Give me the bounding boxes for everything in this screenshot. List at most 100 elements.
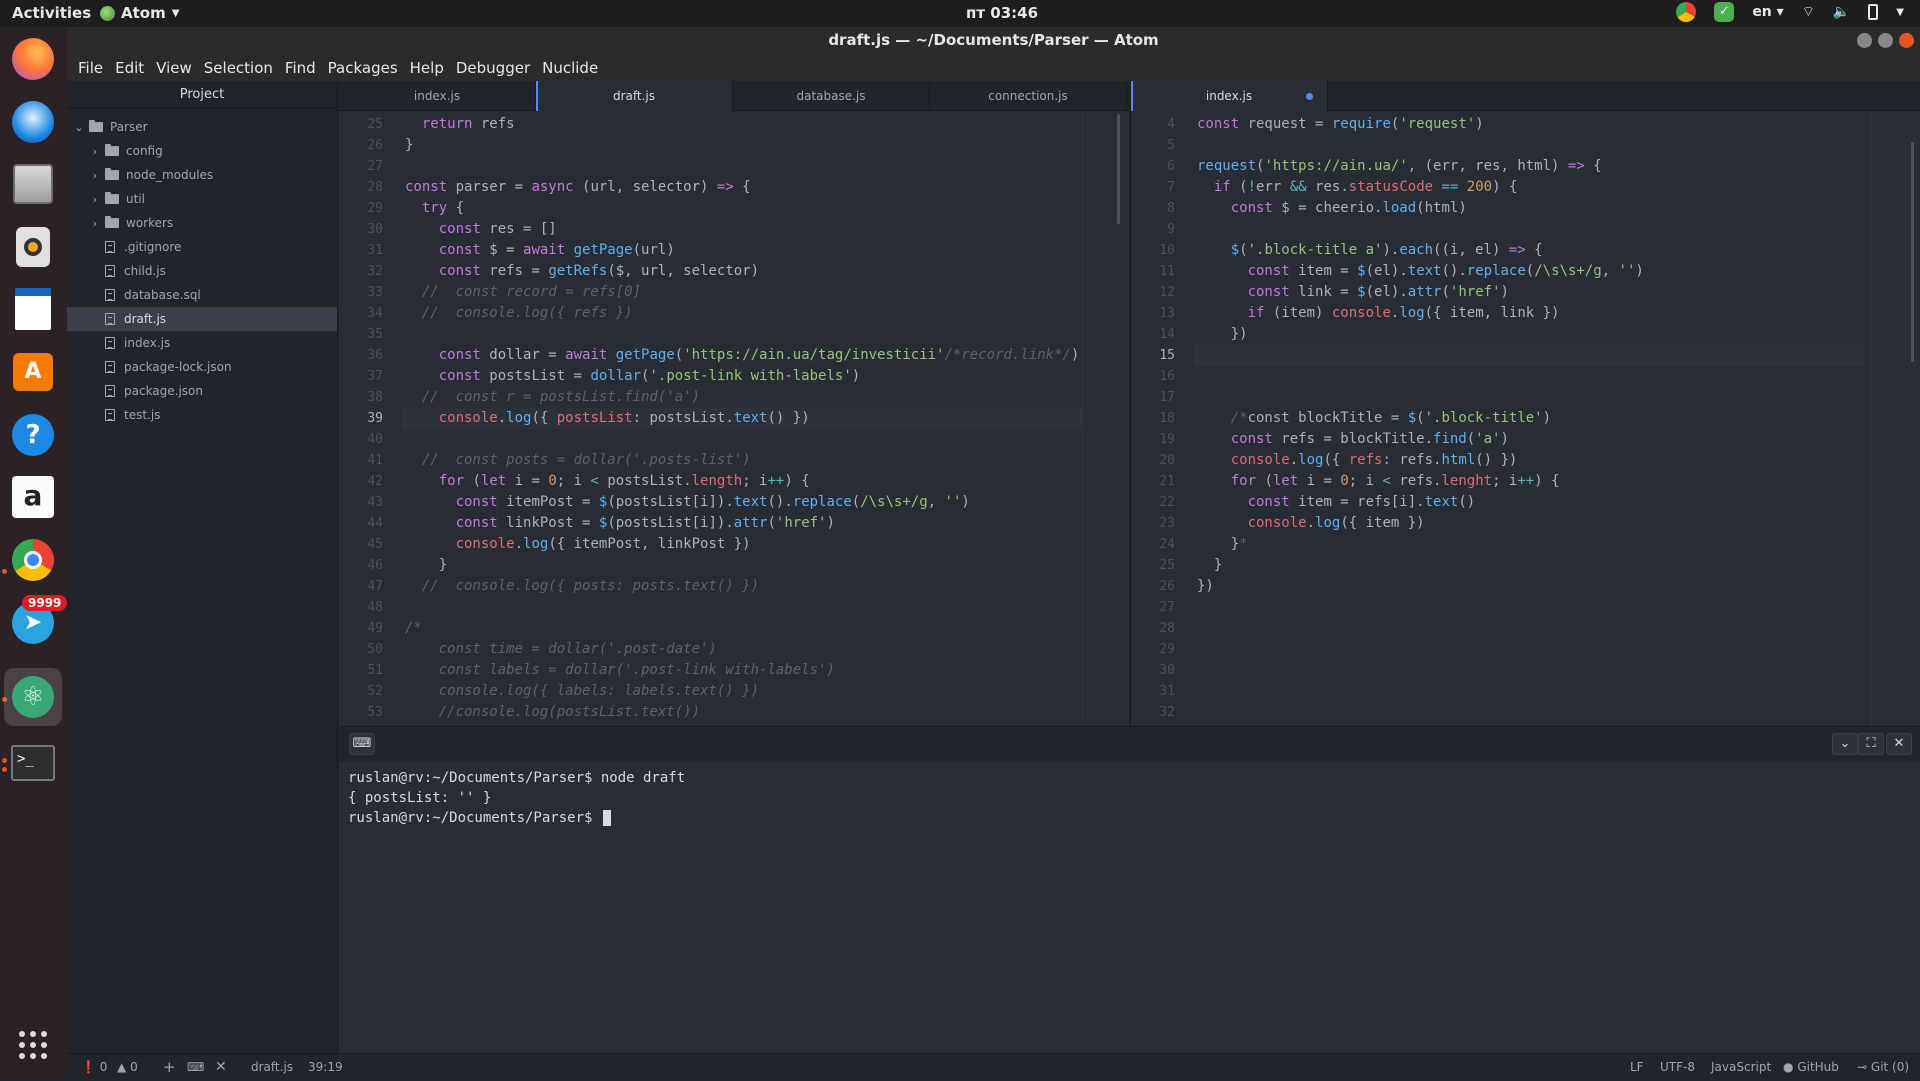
terminal-tab-icon[interactable]: ⌨ <box>349 733 375 755</box>
line-number[interactable]: 10 <box>1135 240 1175 261</box>
status-file-path[interactable]: draft.js <box>251 1054 293 1081</box>
software-center-icon[interactable]: A <box>9 348 57 396</box>
tree-file-database-sql[interactable]: database.sql <box>67 283 337 307</box>
line-number[interactable]: 23 <box>1135 513 1175 534</box>
editor-scrollbar[interactable] <box>1117 114 1120 224</box>
help-icon[interactable]: ? <box>9 411 57 459</box>
line-number[interactable]: 42 <box>343 471 383 492</box>
cursor-position[interactable]: 39:19 <box>308 1054 343 1081</box>
line-number[interactable]: 16 <box>1135 366 1175 387</box>
line-number[interactable]: 7 <box>1135 177 1175 198</box>
line-number[interactable]: 28 <box>1135 618 1175 639</box>
grammar-selector[interactable]: JavaScript <box>1711 1054 1771 1081</box>
add-terminal-icon[interactable]: + <box>163 1054 176 1081</box>
line-number[interactable]: 29 <box>343 198 383 219</box>
line-number[interactable]: 20 <box>1135 450 1175 471</box>
activities-button[interactable]: Activities <box>12 4 91 22</box>
check-status-icon[interactable]: ✓ <box>1714 2 1735 22</box>
wifi-icon[interactable]: ⌔ <box>1802 3 1815 21</box>
line-number[interactable]: 31 <box>343 240 383 261</box>
line-number[interactable]: 9 <box>1135 219 1175 240</box>
tab-index-js[interactable]: index.js <box>339 81 536 111</box>
maximize-icon[interactable]: ⛶ <box>1858 733 1884 755</box>
close-terminal-icon[interactable]: ✕ <box>215 1054 227 1081</box>
line-number[interactable]: 47 <box>343 576 383 597</box>
tab-database-js[interactable]: database.js <box>733 81 930 111</box>
line-number[interactable]: 32 <box>343 261 383 282</box>
chrome-remote-icon[interactable] <box>1676 2 1697 22</box>
close-icon[interactable]: ✕ <box>1886 733 1912 755</box>
tab-connection-js[interactable]: connection.js <box>930 81 1127 111</box>
error-count[interactable]: ❗ 0 <box>81 1054 107 1081</box>
line-number[interactable]: 4 <box>1135 114 1175 135</box>
line-number[interactable]: 27 <box>343 156 383 177</box>
line-number[interactable]: 19 <box>1135 429 1175 450</box>
amazon-icon[interactable]: a <box>9 473 57 521</box>
tab-draft-js[interactable]: draft.js <box>536 81 733 111</box>
tree-file-package-json[interactable]: package.json <box>67 379 337 403</box>
line-number[interactable]: 11 <box>1135 261 1175 282</box>
files-icon[interactable] <box>9 160 57 208</box>
menu-help[interactable]: Help <box>410 59 444 77</box>
tree-header[interactable]: Project <box>67 81 337 108</box>
tree-file--gitignore[interactable]: .gitignore <box>67 235 337 259</box>
line-number[interactable]: 12 <box>1135 282 1175 303</box>
line-number[interactable]: 31 <box>1135 681 1175 702</box>
line-number[interactable]: 13 <box>1135 303 1175 324</box>
tree-folder-config[interactable]: › config <box>67 139 337 163</box>
menu-debugger[interactable]: Debugger <box>456 59 530 77</box>
tree-file-child-js[interactable]: child.js <box>67 259 337 283</box>
menu-selection[interactable]: Selection <box>204 59 273 77</box>
line-number[interactable]: 39 <box>343 408 383 429</box>
line-number[interactable]: 24 <box>1135 534 1175 555</box>
line-number[interactable]: 25 <box>1135 555 1175 576</box>
terminal-toggle-icon[interactable]: ⌨ <box>187 1054 204 1081</box>
atom-icon[interactable]: ⚛ <box>4 668 62 726</box>
line-number[interactable]: 49 <box>343 618 383 639</box>
line-number[interactable]: 52 <box>343 681 383 702</box>
line-number[interactable]: 5 <box>1135 135 1175 156</box>
line-number[interactable]: 22 <box>1135 492 1175 513</box>
line-number[interactable]: 44 <box>343 513 383 534</box>
line-number[interactable]: 41 <box>343 450 383 471</box>
clock[interactable]: пт 03:46 <box>966 4 1038 22</box>
line-number[interactable]: 51 <box>343 660 383 681</box>
thunderbird-icon[interactable] <box>9 98 57 146</box>
line-number[interactable]: 36 <box>343 345 383 366</box>
app-menu[interactable]: Atom ▼ <box>100 4 179 22</box>
line-number[interactable]: 18 <box>1135 408 1175 429</box>
line-ending[interactable]: LF <box>1630 1054 1644 1081</box>
tree-file-index-js[interactable]: index.js <box>67 331 337 355</box>
editor-scrollbar[interactable] <box>1911 142 1914 362</box>
menu-nuclide[interactable]: Nuclide <box>542 59 598 77</box>
line-number[interactable]: 30 <box>1135 660 1175 681</box>
code-editor-draft-js[interactable]: 25 return refs 26} 27 28 const parser = asyn… <box>339 112 1129 726</box>
minimize-button[interactable] <box>1857 33 1872 48</box>
line-number[interactable]: 37 <box>343 366 383 387</box>
maximize-button[interactable] <box>1878 33 1893 48</box>
line-number[interactable]: 46 <box>343 555 383 576</box>
line-number[interactable]: 45 <box>343 534 383 555</box>
line-number[interactable]: 30 <box>343 219 383 240</box>
line-number[interactable]: 8 <box>1135 198 1175 219</box>
line-number[interactable]: 27 <box>1135 597 1175 618</box>
tree-folder-node-modules[interactable]: › node_modules <box>67 163 337 187</box>
battery-icon[interactable] <box>1868 4 1879 20</box>
chevron-down-icon[interactable]: ⌄ <box>1832 733 1858 755</box>
line-number[interactable]: 6 <box>1135 156 1175 177</box>
line-number[interactable]: 43 <box>343 492 383 513</box>
menu-packages[interactable]: Packages <box>328 59 398 77</box>
menu-view[interactable]: View <box>156 59 192 77</box>
code-editor-index-js[interactable]: 4 const request = require('request') 5 6 req… <box>1131 112 1920 726</box>
language-indicator[interactable]: en ▾ <box>1752 4 1783 20</box>
close-button[interactable] <box>1899 33 1914 48</box>
system-menu-chevron-icon[interactable]: ▼ <box>1896 7 1904 18</box>
writer-icon[interactable] <box>9 285 57 333</box>
tree-folder-util[interactable]: › util <box>67 187 337 211</box>
line-number[interactable]: 40 <box>343 429 383 450</box>
file-encoding[interactable]: UTF-8 <box>1660 1054 1695 1081</box>
terminal-prompt-line[interactable]: ruslan@rv:~/Documents/Parser$ <box>348 808 611 828</box>
github-panel-toggle[interactable]: ● GitHub <box>1783 1054 1839 1081</box>
volume-icon[interactable]: 🔈 <box>1833 4 1850 20</box>
line-number[interactable]: 38 <box>343 387 383 408</box>
